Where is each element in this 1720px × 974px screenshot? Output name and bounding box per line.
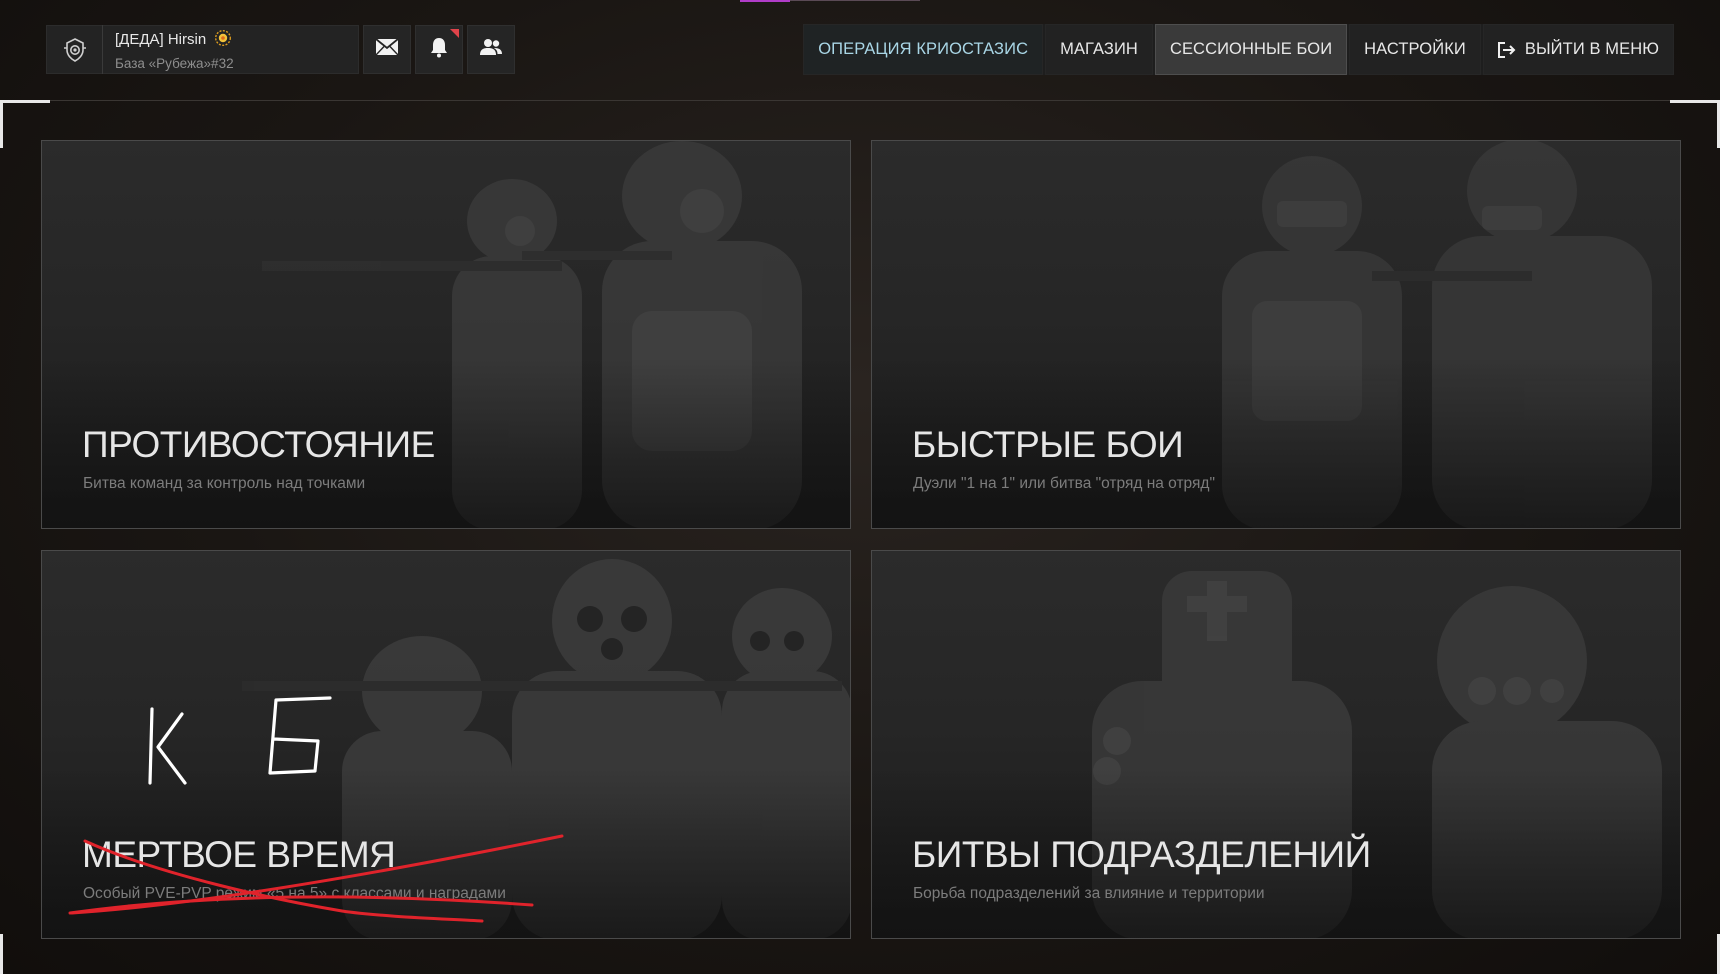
player-name-row: [ДЕДА] Hirsin <box>115 29 234 51</box>
soldiers-illustration <box>262 141 802 528</box>
mode-title: ПРОТИВОСТОЯНИЕ <box>82 424 435 465</box>
mode-description: Особый PVE-PVP режим «5 на 5» с классами… <box>83 885 506 902</box>
mode-title: МЕРТВОЕ ВРЕМЯ <box>82 834 396 875</box>
exit-icon <box>1497 41 1516 58</box>
nav-exit-to-menu[interactable]: ВЫЙТИ В МЕНЮ <box>1482 24 1674 75</box>
bell-icon <box>429 36 449 63</box>
mode-title: БИТВЫ ПОДРАЗДЕЛЕНИЙ <box>912 834 1371 875</box>
rank-badge-icon <box>214 29 232 51</box>
content-frame-line <box>0 100 1720 101</box>
soldiers-illustration <box>1092 571 1662 938</box>
nav-settings[interactable]: НАСТРОЙКИ <box>1349 24 1481 75</box>
mail-icon <box>375 38 399 61</box>
nav-exit-label: ВЫЙТИ В МЕНЮ <box>1524 40 1659 58</box>
notifications-button[interactable] <box>415 25 463 74</box>
nav-shop[interactable]: МАГАЗИН <box>1045 24 1153 75</box>
mode-card-unit-battles[interactable]: БИТВЫ ПОДРАЗДЕЛЕНИЙ Борьба подразделений… <box>871 550 1681 939</box>
mode-description: Битва команд за контроль над точками <box>83 475 366 492</box>
clan-emblem-icon <box>47 25 103 74</box>
top-accent-line <box>790 0 920 1</box>
friends-icon <box>479 38 503 61</box>
player-card[interactable]: [ДЕДА] Hirsin База «Рубежа»#32 <box>46 25 359 74</box>
nav-operation[interactable]: ОПЕРАЦИЯ КРИОСТАЗИС <box>803 24 1044 75</box>
soldiers-illustration <box>242 559 850 938</box>
mode-card-confrontation[interactable]: ПРОТИВОСТОЯНИЕ Битва команд за контроль … <box>41 140 851 529</box>
mode-card-dead-time[interactable]: МЕРТВОЕ ВРЕМЯ Особый PVE-PVP режим «5 на… <box>41 550 851 939</box>
player-panel: [ДЕДА] Hirsin База «Рубежа»#32 <box>46 25 515 74</box>
notification-indicator <box>450 29 459 38</box>
soldiers-illustration <box>1222 141 1652 528</box>
top-accent-bar <box>740 0 790 2</box>
player-info: [ДЕДА] Hirsin База «Рубежа»#32 <box>103 29 234 71</box>
player-name: [ДЕДА] Hirsin <box>115 31 207 48</box>
mode-description: Дуэли "1 на 1" или битва "отряд на отряд… <box>913 475 1215 492</box>
frame-corner <box>0 934 3 974</box>
mode-title: БЫСТРЫЕ БОИ <box>912 424 1184 465</box>
nav-session-battles[interactable]: СЕССИОННЫЕ БОИ <box>1154 24 1348 75</box>
mail-button[interactable] <box>363 25 411 74</box>
main-nav: ОПЕРАЦИЯ КРИОСТАЗИС МАГАЗИН СЕССИОННЫЕ Б… <box>803 24 1674 75</box>
player-base: База «Рубежа»#32 <box>115 55 234 71</box>
mode-card-quick-battles[interactable]: БЫСТРЫЕ БОИ Дуэли "1 на 1" или битва "от… <box>871 140 1681 529</box>
mode-description: Борьба подразделений за влияние и террит… <box>913 885 1265 902</box>
friends-button[interactable] <box>467 25 515 74</box>
